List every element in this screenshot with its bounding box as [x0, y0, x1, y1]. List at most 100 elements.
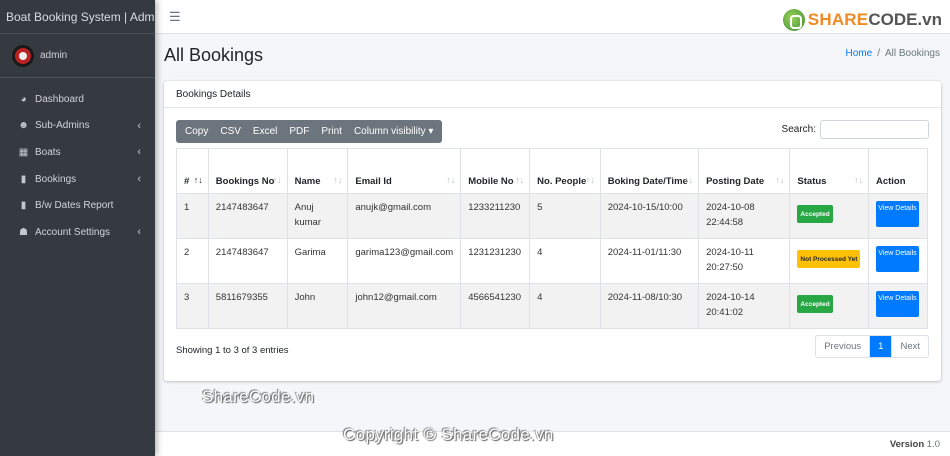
- column-header-action: Action: [867, 148, 929, 194]
- chevron-left-icon: ‹: [137, 172, 141, 185]
- cell-name: Anuj kumar: [286, 193, 349, 239]
- brand-title[interactable]: Boat Booking System | Admin: [0, 0, 155, 34]
- pdf-button[interactable]: PDF: [283, 120, 315, 143]
- menu-toggle-icon[interactable]: ☰: [169, 9, 181, 25]
- table-header-row: # ↑↓ Bookings No ↑↓ Name ↑↓ Email Id ↑↓ Mobi…: [176, 148, 929, 194]
- sidebar-item-label: Account Settings: [35, 226, 111, 238]
- users-icon: ☻: [18, 120, 29, 132]
- sidebar-item-dashboard[interactable]: ◕ Dashboard: [0, 86, 155, 113]
- cell-posting-date: 2024-10-08 22:44:58: [698, 193, 791, 239]
- sidebar-item-bookings[interactable]: ▮ Bookings ‹: [0, 166, 155, 193]
- view-details-button[interactable]: View Details: [875, 291, 919, 317]
- breadcrumb: Home / All Bookings: [846, 48, 941, 59]
- cell-booking-no: 5811679355: [207, 283, 288, 329]
- logo-text-share: SHARE: [807, 10, 869, 29]
- sidebar-item-account-settings[interactable]: ☗ Account Settings ‹: [0, 219, 155, 246]
- view-details-button[interactable]: View Details: [875, 201, 919, 227]
- view-details-button[interactable]: View Details: [875, 246, 919, 272]
- sort-icon: ↑↓: [853, 175, 863, 185]
- table-row: 1 2147483647 Anuj kumar anujk@gmail.com …: [176, 193, 929, 239]
- column-header-posting-date[interactable]: Posting Date ↑↓: [698, 148, 791, 194]
- chevron-left-icon: ‹: [137, 119, 141, 132]
- watermark-text: ShareCode.vn: [202, 387, 315, 406]
- user-name[interactable]: admin: [40, 50, 67, 61]
- search-input[interactable]: [820, 120, 929, 139]
- chevron-left-icon: ‹: [137, 225, 141, 238]
- cell-boking-date: 2024-11-08/10:30: [599, 283, 700, 329]
- page-1-button[interactable]: 1: [870, 336, 893, 357]
- sidebar-item-label: B/w Dates Report: [35, 200, 114, 212]
- cell-email: john12@gmail.com: [347, 283, 462, 329]
- cell-status: Accepted: [789, 193, 869, 239]
- sort-icon: ↑↓: [333, 175, 343, 185]
- column-header-status[interactable]: Status ↑↓: [789, 148, 869, 194]
- sharecode-logo: SHARE CODE.vn: [782, 9, 942, 31]
- sidebar-item-label: Bookings: [35, 173, 77, 185]
- copy-button[interactable]: Copy: [179, 120, 214, 143]
- table-info: Showing 1 to 3 of 3 entries: [176, 345, 289, 356]
- column-visibility-button[interactable]: Column visibility ▾: [348, 120, 439, 143]
- sidebar-item-boats[interactable]: ▦ Boats ‹: [0, 139, 155, 166]
- file-icon: ▮: [20, 200, 27, 212]
- status-badge: Accepted: [797, 205, 833, 223]
- chevron-left-icon: ‹: [137, 146, 141, 159]
- excel-button[interactable]: Excel: [247, 120, 283, 143]
- table-icon: ▦: [18, 146, 29, 158]
- sort-icon: ↑↓: [775, 175, 785, 185]
- cell-action: View Details: [867, 283, 929, 329]
- cell-email: anujk@gmail.com: [347, 193, 462, 239]
- cell-booking-no: 2147483647: [207, 193, 288, 239]
- version-number: 1.0: [926, 439, 940, 450]
- sidebar-nav: ◕ Dashboard ☻ Sub-Admins ‹ ▦ Boats ‹ ▮ B…: [0, 86, 155, 246]
- cell-posting-date: 2024-10-11 20:27:50: [698, 238, 791, 284]
- version-info: Version 1.0: [890, 439, 940, 450]
- column-header-email[interactable]: Email Id ↑↓: [347, 148, 462, 194]
- cell-mobile: 1231231230: [460, 238, 531, 284]
- cell-status: Not Processed Yet: [789, 238, 869, 284]
- cell-index: 2: [176, 238, 209, 284]
- export-button-group: Copy CSV Excel PDF Print Column visibili…: [176, 120, 443, 143]
- column-header-name[interactable]: Name ↑↓: [286, 148, 349, 194]
- sidebar: Boat Booking System | Admin admin ◕ Dash…: [0, 0, 155, 456]
- bookings-card: Bookings Details Copy CSV Excel PDF Prin…: [164, 81, 941, 381]
- next-page-button[interactable]: Next: [892, 336, 928, 357]
- sort-icon: ↑↓: [272, 175, 282, 185]
- top-navbar: ☰ SHARE CODE.vn: [155, 0, 950, 34]
- logo-text-code: CODE.vn: [868, 10, 942, 29]
- breadcrumb-separator: /: [877, 48, 880, 59]
- status-badge: Not Processed Yet: [797, 250, 861, 268]
- cell-people: 4: [529, 283, 601, 329]
- column-header-mobile[interactable]: Mobile No ↑↓: [460, 148, 531, 194]
- cell-boking-date: 2024-10-15/10:00: [599, 193, 700, 239]
- cell-email: garima123@gmail.com: [347, 238, 462, 284]
- column-header-boking-date[interactable]: Boking Date/Time ↑↓: [599, 148, 700, 194]
- sort-icon: ↑↓: [515, 175, 525, 185]
- cell-name: Garima: [286, 238, 349, 284]
- column-header-index[interactable]: # ↑↓: [176, 148, 209, 194]
- sidebar-item-label: Sub-Admins: [35, 120, 90, 132]
- pagination: Previous 1 Next: [815, 335, 929, 358]
- print-button[interactable]: Print: [315, 120, 348, 143]
- user-cog-icon: ☗: [19, 226, 28, 238]
- column-header-bookings-no[interactable]: Bookings No ↑↓: [207, 148, 288, 194]
- breadcrumb-home-link[interactable]: Home: [846, 48, 873, 59]
- version-label: Version: [889, 439, 925, 450]
- copyright-watermark: Copyright © ShareCode.vn: [343, 425, 554, 444]
- sort-icon: ↑↓: [446, 175, 456, 185]
- csv-button[interactable]: CSV: [214, 120, 247, 143]
- tachometer-icon: ◕: [20, 93, 27, 105]
- user-panel: admin: [0, 34, 155, 78]
- table-search: Search:: [782, 120, 929, 139]
- cell-mobile: 1233211230: [460, 193, 531, 239]
- sort-asc-icon: ↑↓: [193, 175, 203, 185]
- sidebar-item-bw-dates-report[interactable]: ▮ B/w Dates Report: [0, 192, 155, 219]
- sort-icon: ↑↓: [585, 175, 595, 185]
- avatar[interactable]: [12, 44, 34, 67]
- cell-index: 1: [176, 193, 209, 239]
- previous-page-button[interactable]: Previous: [816, 336, 871, 357]
- column-header-people[interactable]: No. People ↑↓: [529, 148, 601, 194]
- sidebar-item-sub-admins[interactable]: ☻ Sub-Admins ‹: [0, 113, 155, 140]
- breadcrumb-current: All Bookings: [884, 48, 940, 59]
- cell-mobile: 4566541230: [460, 283, 531, 329]
- table-row: 3 5811679355 John john12@gmail.com 45665…: [176, 283, 929, 329]
